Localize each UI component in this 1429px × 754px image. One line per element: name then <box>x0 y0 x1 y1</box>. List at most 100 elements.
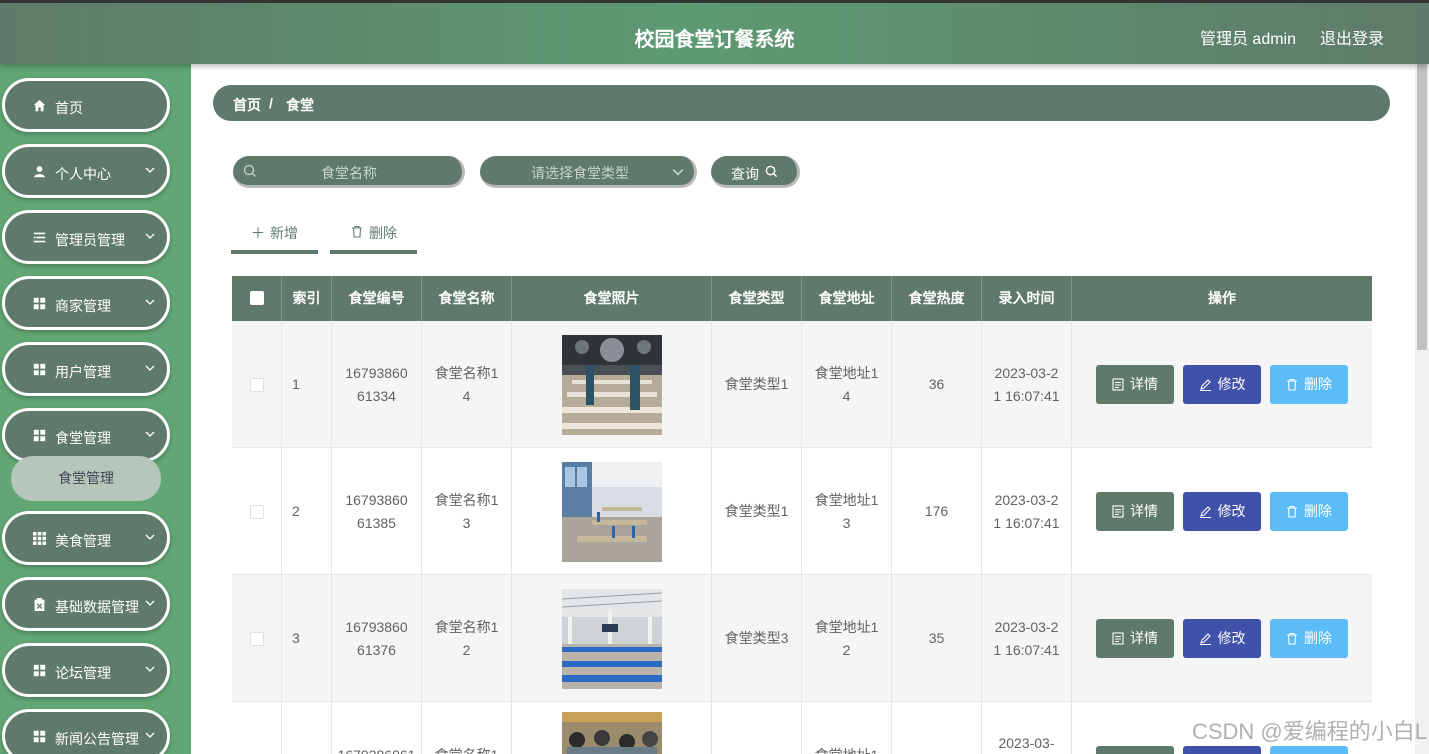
name-cell: 食堂名称12 <box>422 575 512 702</box>
detail-button[interactable]: 详情 <box>1096 619 1174 658</box>
add-button[interactable]: ＋ 新增 <box>231 216 318 254</box>
index-cell: 2 <box>282 448 332 575</box>
operations-cell: 详情 修改 删除 <box>1072 448 1372 575</box>
detail-button[interactable]: 详情 <box>1096 365 1174 404</box>
detail-button[interactable]: 详情 <box>1096 492 1174 531</box>
page-scrollbar[interactable] <box>1415 64 1429 754</box>
sidebar-item-news[interactable]: 新闻公告管理 <box>2 709 170 754</box>
row-checkbox[interactable] <box>249 504 264 519</box>
column-header: 食堂地址 <box>802 276 892 321</box>
scrollbar-thumb[interactable] <box>1417 64 1427 350</box>
time-cell: 2023-03-21 16:07:41 <box>982 448 1072 575</box>
logout-link[interactable]: 退出登录 <box>1320 25 1384 49</box>
add-label: 新增 <box>270 225 298 241</box>
sidebar-item-profile[interactable]: 个人中心 <box>2 144 170 198</box>
heat-cell: 176 <box>892 448 982 575</box>
breadcrumb: 首页 / 食堂 <box>213 85 1390 121</box>
batch-delete-button[interactable]: 删除 <box>330 216 417 254</box>
row-checkbox-cell[interactable] <box>232 448 282 575</box>
chevron-down-icon <box>145 299 155 305</box>
sidebar-item-label: 首页 <box>55 100 83 116</box>
name-cell: 食堂名称1 <box>422 702 512 754</box>
watermark: CSDN @爱编程的小白L <box>1191 719 1427 744</box>
edit-button[interactable]: 修改 <box>1183 365 1261 404</box>
edit-button[interactable]: 修改 <box>1183 492 1261 531</box>
index-cell <box>282 702 332 754</box>
canteen-photo <box>561 588 662 689</box>
grid-icon <box>31 662 47 678</box>
column-header: 食堂热度 <box>892 276 982 321</box>
name-cell: 食堂名称14 <box>422 321 512 448</box>
column-header: 食堂名称 <box>422 276 512 321</box>
delete-label: 删除 <box>369 225 397 241</box>
operations-cell: 详情 修改 删除 <box>1072 321 1372 448</box>
canteen-name-search-input[interactable]: 食堂名称 <box>233 156 465 188</box>
sidebar-item-label: 个人中心 <box>55 166 111 182</box>
sidebar-item-base-data[interactable]: 基础数据管理 <box>2 577 170 631</box>
chevron-down-icon <box>145 600 155 606</box>
table-row: 1 1679386061334 食堂名称14 食堂类型1 食堂地址14 36 2… <box>232 321 1372 448</box>
column-header: 食堂编号 <box>332 276 422 321</box>
sidebar-item-label: 用户管理 <box>55 364 111 380</box>
sidebar-item-canteens[interactable]: 食堂管理 <box>2 408 170 462</box>
detail-label: 详情 <box>1130 630 1158 646</box>
select-all-cell[interactable] <box>232 276 282 321</box>
select-placeholder: 请选择食堂类型 <box>531 165 629 181</box>
canteen-type-select[interactable]: 请选择食堂类型 <box>480 156 697 188</box>
grid9-icon <box>31 530 47 546</box>
column-header: 操作 <box>1208 290 1236 306</box>
edit-label: 修改 <box>1217 503 1246 519</box>
name-cell: 食堂名称13 <box>422 448 512 575</box>
user-icon <box>31 163 47 179</box>
sidebar-item-food[interactable]: 美食管理 <box>2 511 170 565</box>
delete-button[interactable]: 删除 <box>1270 492 1348 531</box>
detail-button[interactable] <box>1096 746 1174 754</box>
heat-cell: 36 <box>892 321 982 448</box>
sidebar-item-home[interactable]: 首页 <box>2 78 170 132</box>
type-cell: 食堂类型1 <box>712 448 802 575</box>
detail-label: 详情 <box>1130 503 1158 519</box>
address-cell: 食堂地址13 <box>802 448 892 575</box>
photo-cell <box>512 702 712 754</box>
address-cell: 食堂地址1 <box>802 702 892 754</box>
row-checkbox-cell[interactable] <box>232 321 282 448</box>
table-header: 索引 食堂编号 食堂名称 食堂照片 食堂类型 食堂地址 食堂热度 录入时间 操作 <box>232 276 1372 321</box>
document-icon <box>1112 378 1124 391</box>
breadcrumb-home[interactable]: 首页 <box>233 95 261 115</box>
row-checkbox[interactable] <box>249 631 264 646</box>
edit-button[interactable]: 修改 <box>1183 619 1261 658</box>
sidebar-item-forum[interactable]: 论坛管理 <box>2 643 170 697</box>
index-cell: 3 <box>282 575 332 702</box>
chevron-down-icon <box>145 666 155 672</box>
trash-icon <box>352 225 362 238</box>
home-icon <box>31 97 47 113</box>
column-header: 索引 <box>282 276 332 321</box>
document-icon <box>1112 632 1124 645</box>
select-all-checkbox[interactable] <box>250 291 264 305</box>
admin-label: 管理员 admin <box>1199 31 1296 48</box>
chevron-down-icon <box>145 534 155 540</box>
grid-icon <box>31 427 47 443</box>
detail-label: 详情 <box>1130 376 1158 392</box>
sidebar-item-merchants[interactable]: 商家管理 <box>2 276 170 330</box>
sidebar-item-label: 食堂管理 <box>55 430 111 446</box>
code-cell: 1679386061 <box>332 702 422 754</box>
delete-button[interactable] <box>1270 746 1348 754</box>
query-button[interactable]: 查询 <box>711 156 800 188</box>
delete-button[interactable]: 删除 <box>1270 365 1348 404</box>
sidebar-item-admins[interactable]: 管理员管理 <box>2 210 170 264</box>
row-checkbox[interactable] <box>249 377 264 392</box>
edit-icon <box>1199 633 1211 645</box>
submenu-item-canteen-management[interactable]: 食堂管理 <box>11 456 161 501</box>
breadcrumb-separator: / <box>269 95 273 111</box>
row-checkbox-cell[interactable] <box>232 702 282 754</box>
address-cell: 食堂地址12 <box>802 575 892 702</box>
trash-icon <box>1287 505 1297 518</box>
list-icon <box>31 229 47 245</box>
edit-button[interactable] <box>1183 746 1261 754</box>
row-checkbox-cell[interactable] <box>232 575 282 702</box>
column-header: 食堂类型 <box>712 276 802 321</box>
delete-button[interactable]: 删除 <box>1270 619 1348 658</box>
grid-icon <box>31 728 47 744</box>
sidebar-item-users[interactable]: 用户管理 <box>2 342 170 396</box>
